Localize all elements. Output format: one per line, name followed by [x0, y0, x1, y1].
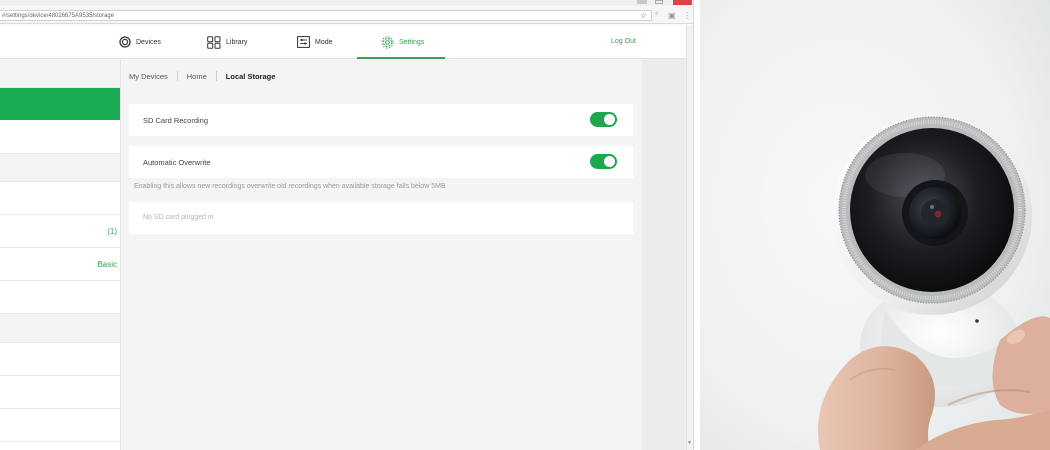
sidebar-item[interactable]	[0, 120, 120, 154]
grid-icon	[207, 35, 221, 49]
breadcrumb-home[interactable]: Home	[187, 72, 207, 81]
sidebar-item-plan[interactable]: Basic	[0, 248, 120, 281]
nav-library[interactable]: Library	[207, 25, 247, 59]
sidebar-plan-value: Basic	[97, 260, 117, 269]
nav-library-label: Library	[226, 38, 248, 46]
right-gutter	[642, 59, 686, 450]
sd-recording-label: SD Card Recording	[143, 116, 209, 125]
sidebar-header-row	[0, 59, 120, 88]
sidebar-item-notifications[interactable]: (1)	[0, 215, 120, 248]
settings-sidebar: (1) Basic	[0, 59, 121, 450]
breadcrumb-separator	[215, 71, 217, 81]
auto-overwrite-label: Automatic Overwrite	[143, 158, 211, 167]
close-button[interactable]	[673, 0, 692, 5]
sidebar-item[interactable]	[0, 182, 120, 215]
sd-recording-toggle[interactable]	[590, 112, 617, 127]
sidebar-item[interactable]	[0, 343, 120, 376]
logout-link[interactable]: Log Out	[611, 25, 636, 59]
nav-mode[interactable]: Mode	[297, 25, 333, 59]
bookmark-star-icon[interactable]: ☆	[640, 10, 647, 21]
sd-status-row: No SD card plugged in	[129, 202, 633, 234]
camera-circle-icon	[119, 36, 131, 48]
sidebar-section-header	[0, 154, 120, 182]
page-scrollbar[interactable]	[686, 25, 693, 450]
sidebar-item[interactable]	[0, 376, 120, 409]
nav-settings-label: Settings	[399, 38, 425, 46]
sidebar-count-badge: (1)	[107, 227, 117, 236]
top-nav: Devices Library Mode Settings Log Out	[0, 25, 686, 59]
scroll-down-arrow-icon[interactable]: ▼	[687, 440, 692, 446]
nav-devices[interactable]: Devices	[119, 25, 161, 59]
no-sd-card-text: No SD card plugged in	[143, 214, 214, 221]
camera-photo	[700, 0, 1050, 450]
hand-holding-camera-illustration	[700, 0, 1050, 450]
nav-devices-label: Devices	[136, 38, 161, 46]
storage-settings-panel: My Devices Home Local Storage SD Card Re…	[121, 59, 642, 450]
breadcrumb-my-devices[interactable]: My Devices	[129, 72, 168, 81]
sidebar-item[interactable]	[0, 409, 120, 442]
breadcrumb-local-storage: Local Storage	[225, 71, 276, 81]
browser-menu-icon[interactable]: ⋮	[683, 10, 691, 21]
nav-settings[interactable]: Settings	[381, 25, 424, 59]
title-bar	[0, 0, 693, 6]
auto-overwrite-toggle[interactable]	[590, 154, 617, 169]
sidebar-section-header	[0, 314, 120, 343]
auto-overwrite-row: Automatic Overwrite	[129, 146, 633, 178]
sd-recording-row: SD Card Recording	[129, 104, 633, 136]
maximize-button[interactable]	[655, 0, 663, 4]
sidebar-item-active[interactable]	[0, 88, 120, 120]
nav-mode-label: Mode	[315, 38, 333, 46]
extension-box-icon[interactable]: ▣	[668, 10, 676, 21]
overwrite-hint-text: Enabling this allows new recordings over…	[134, 183, 446, 190]
toggle-knob	[604, 114, 615, 125]
toggle-knob	[604, 156, 615, 167]
address-bar: #/settings/device/48026675A9535/storage …	[0, 7, 693, 24]
breadcrumb-separator	[176, 71, 178, 81]
browser-window: #/settings/device/48026675A9535/storage …	[0, 0, 694, 450]
sidebar-item[interactable]	[0, 281, 120, 314]
breadcrumb: My Devices Home Local Storage	[129, 71, 275, 81]
minimize-button[interactable]	[637, 0, 647, 4]
sliders-icon	[297, 36, 310, 48]
url-field[interactable]: #/settings/device/48026675A9535/storage	[0, 10, 652, 21]
extension-icon[interactable]: °	[655, 10, 658, 21]
gear-icon	[381, 35, 394, 49]
